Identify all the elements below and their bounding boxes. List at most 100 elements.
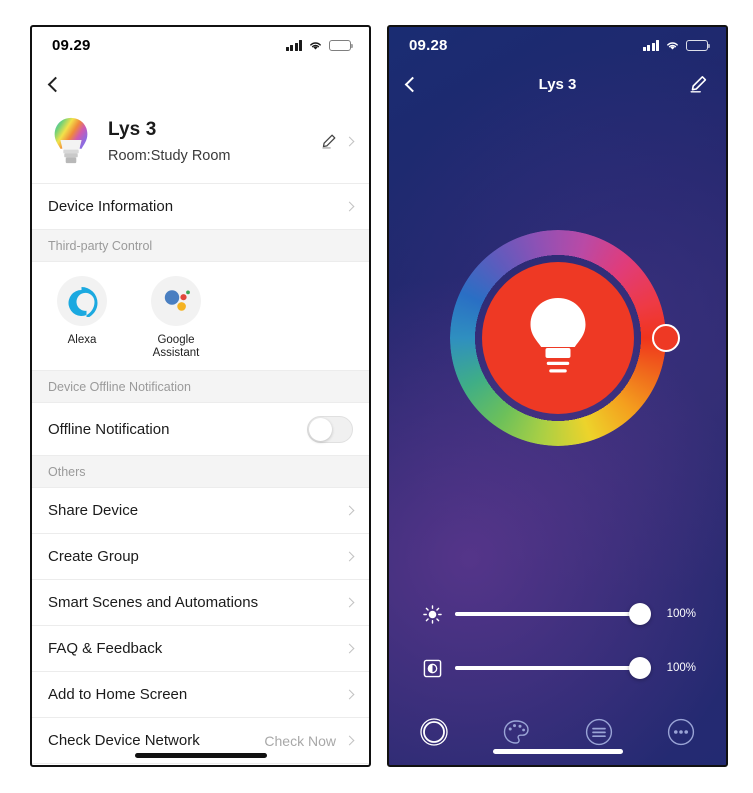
row-faq-and-feedback[interactable]: FAQ & Feedback bbox=[32, 626, 369, 672]
third-party-list: Alexa Google Assistant bbox=[32, 262, 369, 371]
bottom-tab-bar bbox=[389, 699, 726, 765]
more-dots-icon bbox=[667, 718, 695, 746]
color-temperature-slider-track[interactable] bbox=[455, 657, 651, 679]
pencil-icon[interactable] bbox=[320, 133, 337, 150]
screenshot-root: 09.29 Lys 3 Room:Study Room Device Infor… bbox=[0, 0, 753, 793]
row-device-information[interactable]: Device Information bbox=[32, 184, 369, 230]
battery-icon bbox=[686, 39, 710, 51]
color-temperature-value: 100% bbox=[666, 662, 696, 674]
row-smart-scenes-and-automations[interactable]: Smart Scenes and Automations bbox=[32, 580, 369, 626]
tab-color-scene[interactable] bbox=[497, 713, 535, 751]
device-text-block: Lys 3 Room:Study Room bbox=[108, 119, 320, 164]
row-offline-notification[interactable]: Offline Notification bbox=[32, 403, 369, 456]
signal-bars-icon bbox=[642, 39, 659, 51]
row-share-device[interactable]: Share Device bbox=[32, 488, 369, 534]
device-header-actions[interactable] bbox=[320, 133, 355, 150]
back-chevron-icon[interactable] bbox=[47, 76, 64, 92]
row-add-to-home-screen[interactable]: Add to Home Screen bbox=[32, 672, 369, 718]
brightness-slider-knob[interactable] bbox=[629, 603, 651, 625]
check-now-value[interactable]: Check Now bbox=[264, 733, 336, 749]
row-create-group[interactable]: Create Group bbox=[32, 534, 369, 580]
chevron-right-icon bbox=[344, 136, 355, 146]
device-header[interactable]: Lys 3 Room:Study Room bbox=[32, 105, 369, 184]
tab-schedule[interactable] bbox=[580, 713, 618, 751]
section-title: Third-party Control bbox=[48, 238, 153, 253]
hue-handle[interactable] bbox=[651, 324, 680, 352]
device-room: Room:Study Room bbox=[108, 147, 231, 164]
google-assistant-icon-wrap bbox=[151, 276, 201, 326]
section-device-offline-notification: Device Offline Notification bbox=[32, 371, 369, 403]
toggle-knob bbox=[309, 417, 332, 441]
status-icons bbox=[642, 39, 710, 51]
section-others: Others bbox=[32, 456, 369, 488]
device-name: Lys 3 bbox=[108, 118, 157, 140]
smart-bulb-icon bbox=[54, 117, 88, 164]
slider-row-brightness[interactable]: 100% bbox=[419, 587, 696, 641]
phone-right-light-control: 09.28 Lys 3 100% 100% bbox=[387, 25, 728, 767]
color-temperature-slider-fill bbox=[455, 666, 640, 670]
status-bar-left: 09.29 bbox=[32, 27, 369, 63]
brightness-slider-track[interactable] bbox=[455, 603, 651, 625]
page-title: Lys 3 bbox=[538, 75, 577, 93]
color-wheel-area bbox=[389, 105, 726, 587]
brightness-value: 100% bbox=[666, 608, 696, 620]
slider-row-color-temperature[interactable]: 100% bbox=[419, 641, 696, 695]
third-party-label: Alexa bbox=[67, 334, 97, 346]
chevron-right-icon bbox=[344, 505, 355, 516]
alexa-icon bbox=[68, 287, 98, 317]
row-label: Add to Home Screen bbox=[48, 686, 188, 703]
nav-right bbox=[668, 74, 708, 94]
status-icons bbox=[285, 39, 353, 51]
home-indicator bbox=[492, 749, 623, 754]
wifi-icon bbox=[667, 41, 678, 50]
section-third-party-control: Third-party Control bbox=[32, 230, 369, 262]
row-label: Create Group bbox=[48, 548, 139, 565]
third-party-item-alexa[interactable]: Alexa bbox=[48, 276, 116, 360]
sliders-group: 100% 100% bbox=[389, 587, 726, 699]
section-title: Others bbox=[48, 464, 86, 479]
brightness-slider-fill bbox=[455, 612, 640, 616]
row-label: FAQ & Feedback bbox=[48, 640, 163, 657]
power-hub-button[interactable] bbox=[481, 262, 634, 414]
alexa-icon-wrap bbox=[57, 276, 107, 326]
nav-left bbox=[404, 76, 447, 92]
phone-left-device-settings: 09.29 Lys 3 Room:Study Room Device Infor… bbox=[30, 25, 371, 767]
brightness-sun-icon bbox=[419, 604, 445, 624]
battery-icon bbox=[329, 39, 353, 51]
home-indicator bbox=[134, 753, 267, 758]
row-label: Check Device Network bbox=[48, 732, 200, 749]
row-label: Smart Scenes and Automations bbox=[48, 594, 259, 611]
signal-bars-icon bbox=[285, 39, 302, 51]
google-assistant-icon bbox=[164, 290, 190, 311]
right-nav-bar: Lys 3 bbox=[389, 63, 726, 105]
status-bar-right: 09.28 bbox=[389, 27, 726, 63]
right-content: 09.28 Lys 3 100% 100% bbox=[389, 27, 726, 765]
third-party-item-google-assistant[interactable]: Google Assistant bbox=[142, 276, 210, 360]
chevron-right-icon bbox=[344, 735, 355, 746]
pencil-icon[interactable] bbox=[688, 74, 708, 94]
row-label: Offline Notification bbox=[48, 420, 170, 438]
tab-white-light[interactable] bbox=[415, 713, 453, 751]
chevron-right-icon bbox=[344, 643, 355, 654]
row-label: Share Device bbox=[48, 502, 139, 519]
section-title: Device Offline Notification bbox=[48, 379, 191, 394]
left-nav-bar bbox=[32, 63, 369, 105]
palette-icon bbox=[504, 720, 530, 744]
list-lines-icon bbox=[585, 718, 612, 746]
color-temperature-slider-knob[interactable] bbox=[629, 657, 651, 679]
chevron-right-icon bbox=[344, 201, 355, 212]
circle-outline-icon bbox=[420, 718, 448, 746]
chevron-right-icon bbox=[344, 551, 355, 562]
offline-notification-toggle[interactable] bbox=[307, 415, 353, 443]
color-temperature-icon bbox=[419, 659, 445, 678]
tab-more[interactable] bbox=[662, 713, 700, 751]
color-wheel[interactable] bbox=[449, 230, 680, 446]
status-time: 09.29 bbox=[52, 36, 91, 54]
row-label: Device Information bbox=[48, 198, 174, 215]
light-bulb-icon bbox=[530, 298, 585, 373]
chevron-right-icon bbox=[344, 597, 355, 608]
back-chevron-icon[interactable] bbox=[404, 76, 421, 92]
wifi-icon bbox=[310, 41, 321, 50]
status-time: 09.28 bbox=[409, 36, 448, 54]
chevron-right-icon bbox=[344, 689, 355, 700]
